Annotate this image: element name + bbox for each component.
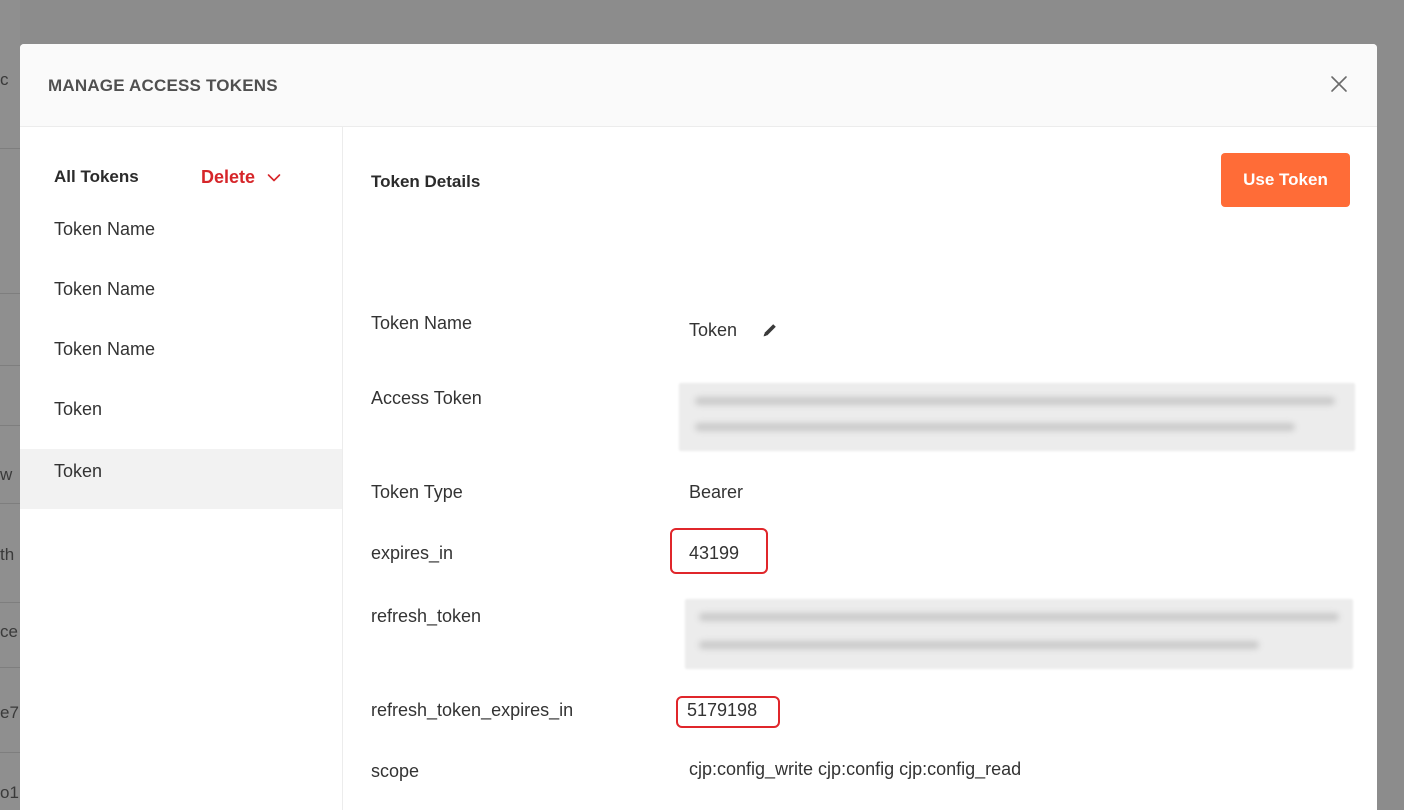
token-details-title: Token Details xyxy=(371,172,481,191)
token-list-item[interactable]: Token Name xyxy=(20,207,342,267)
token-name-label: Token Name xyxy=(371,313,473,333)
token-list-item[interactable]: Token Name xyxy=(20,267,342,327)
background-text-fragment: e7 xyxy=(0,703,19,722)
background-text-fragment: w xyxy=(0,465,13,484)
background-divider xyxy=(0,148,20,149)
close-icon[interactable] xyxy=(1327,72,1351,96)
token-list-item-label: Token xyxy=(54,461,103,481)
background-divider xyxy=(0,667,20,668)
refresh-token-expires-in-highlight xyxy=(676,696,780,728)
refresh-token-expires-in-label: refresh_token_expires_in xyxy=(371,700,574,720)
token-list-item[interactable]: Token xyxy=(20,387,342,447)
background-text-fragment: th xyxy=(0,545,15,564)
background-divider xyxy=(0,293,20,294)
manage-access-tokens-modal: MANAGE ACCESS TOKENS All Tokens Delete T… xyxy=(20,44,1377,810)
delete-dropdown[interactable]: Delete xyxy=(201,167,281,188)
token-list-item-selected[interactable]: Token xyxy=(20,449,342,509)
pencil-icon[interactable] xyxy=(761,321,779,339)
expires-in-label: expires_in xyxy=(371,543,454,563)
modal-title: MANAGE ACCESS TOKENS xyxy=(48,76,278,95)
background-divider xyxy=(0,503,20,504)
all-tokens-label: All Tokens xyxy=(54,167,139,186)
chevron-down-icon xyxy=(267,173,281,181)
use-token-button[interactable]: Use Token xyxy=(1221,153,1350,207)
background-app xyxy=(0,0,20,810)
overlay-backdrop[interactable] xyxy=(1378,0,1404,810)
token-list-item-label: Token Name xyxy=(54,279,156,299)
scope-label: scope xyxy=(371,761,420,781)
access-token-label: Access Token xyxy=(371,388,482,408)
background-divider xyxy=(0,365,20,366)
token-list-item-label: Token Name xyxy=(54,339,156,359)
delete-label: Delete xyxy=(201,167,256,187)
token-name-value: Token xyxy=(689,320,738,340)
token-type-label: Token Type xyxy=(371,482,463,502)
modal-header: MANAGE ACCESS TOKENS xyxy=(20,44,1377,127)
background-divider xyxy=(0,752,20,753)
refresh-token-label: refresh_token xyxy=(371,606,482,626)
scope-value: cjp:config_write cjp:config cjp:config_r… xyxy=(689,759,1022,779)
token-type-value: Bearer xyxy=(689,482,744,502)
background-divider xyxy=(0,602,20,603)
background-text-fragment: o1 xyxy=(0,783,19,802)
token-list-item-label: Token xyxy=(54,399,103,419)
background-text-fragment: ce xyxy=(0,622,18,641)
token-details-panel: Token Details Use Token Token Name Token… xyxy=(343,127,1377,810)
token-list-sidebar: All Tokens Delete Token Name Token Name … xyxy=(20,127,343,810)
expires-in-highlight xyxy=(670,528,768,574)
token-list-item[interactable]: Token Name xyxy=(20,327,342,387)
token-list-header: All Tokens Delete xyxy=(54,167,312,191)
background-divider xyxy=(0,425,20,426)
refresh-token-value-redacted xyxy=(685,599,1353,669)
token-list-item-label: Token Name xyxy=(54,219,156,239)
background-text-fragment: c xyxy=(0,70,9,89)
access-token-value-redacted xyxy=(679,383,1355,451)
